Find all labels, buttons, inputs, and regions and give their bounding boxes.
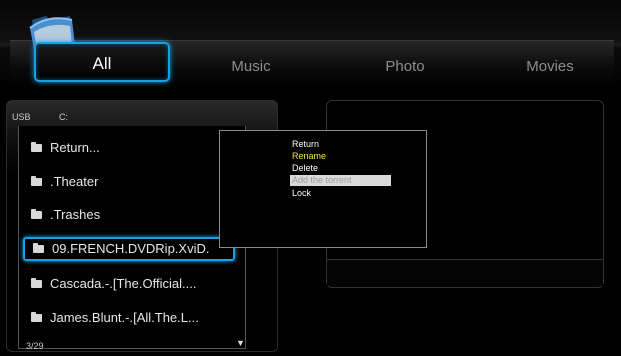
list-item-trashes[interactable]: .Trashes: [23, 203, 237, 227]
location-path: USB C:: [12, 112, 94, 122]
list-item-james-blunt[interactable]: James.Blunt.-.[All.The.L...: [23, 306, 237, 330]
folder-icon: [31, 278, 42, 288]
list-item-label: James.Blunt.-.[All.The.L...: [50, 310, 199, 325]
menu-item-add-torrent: Add the torrent: [290, 175, 391, 186]
location-device: USB: [12, 112, 31, 122]
list-item-theater[interactable]: .Theater: [23, 170, 237, 194]
list-item-label: Return...: [50, 140, 100, 155]
folder-icon: [31, 209, 42, 219]
list-item-return[interactable]: Return...: [23, 136, 237, 160]
preview-info-bar: [327, 259, 603, 286]
menu-item-lock[interactable]: Lock: [290, 188, 391, 199]
context-menu: Return Rename Delete Add the torrent Loc…: [219, 130, 427, 248]
tab-music[interactable]: Music: [218, 52, 284, 82]
location-drive: C:: [59, 112, 69, 122]
folder-icon: [33, 243, 44, 253]
list-item-label: 09.FRENCH.DVDRip.XviD.: [52, 241, 210, 256]
list-item-label: .Trashes: [50, 207, 101, 222]
list-item-label: Cascada.-.[The.Official....: [50, 276, 197, 291]
tab-photo[interactable]: Photo: [372, 52, 438, 82]
menu-item-delete[interactable]: Delete: [290, 163, 391, 174]
tab-all[interactable]: All: [34, 42, 170, 82]
tab-movies[interactable]: Movies: [512, 52, 588, 82]
file-list: Return... .Theater .Trashes 09.FRENCH.DV…: [18, 126, 246, 349]
menu-item-return[interactable]: Return: [290, 139, 391, 150]
list-item-selected[interactable]: 09.FRENCH.DVDRip.XviD.: [23, 237, 235, 261]
folder-icon: [31, 312, 42, 322]
list-item-cascada[interactable]: Cascada.-.[The.Official....: [23, 272, 237, 296]
scroll-down-icon[interactable]: ▼: [236, 338, 245, 348]
menu-item-rename[interactable]: Rename: [290, 151, 391, 162]
page-indicator: 3/29: [26, 341, 44, 351]
folder-icon: [31, 142, 42, 152]
folder-icon: [31, 176, 42, 186]
list-item-label: .Theater: [50, 174, 99, 189]
